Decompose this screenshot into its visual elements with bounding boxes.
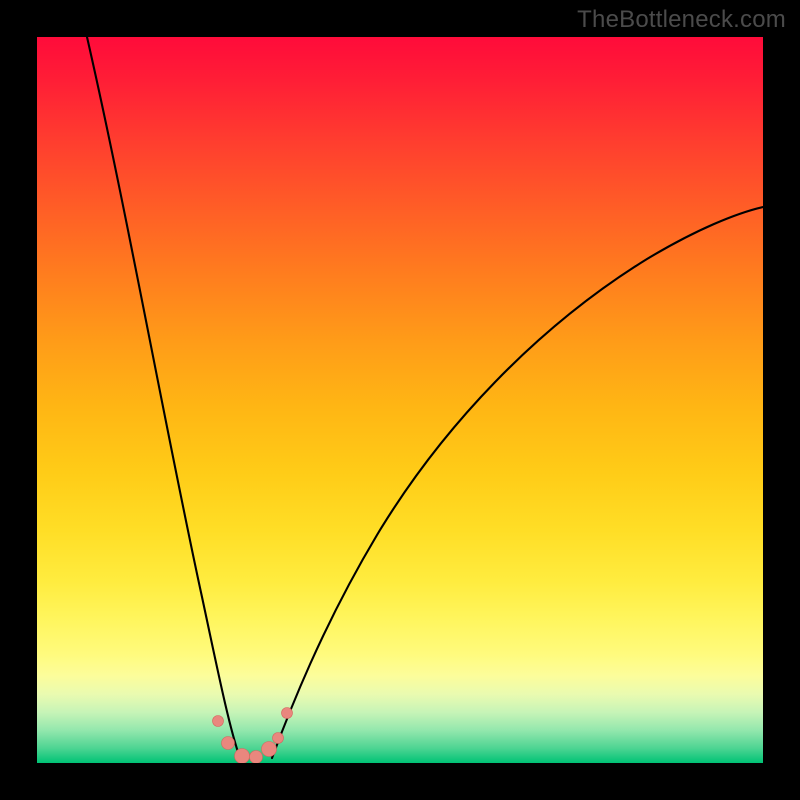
marker-dot (282, 708, 293, 719)
marker-dot (273, 733, 284, 744)
marker-dot (222, 737, 235, 750)
marker-dot (213, 716, 224, 727)
marker-dot (250, 751, 263, 764)
marker-dot (235, 749, 250, 764)
marker-dot (262, 742, 277, 757)
marker-cluster (213, 708, 293, 764)
chart-frame: TheBottleneck.com (0, 0, 800, 800)
right-curve (272, 207, 763, 758)
curve-layer (37, 37, 763, 763)
left-curve (87, 37, 240, 758)
watermark-text: TheBottleneck.com (577, 6, 786, 34)
plot-area (37, 37, 763, 763)
